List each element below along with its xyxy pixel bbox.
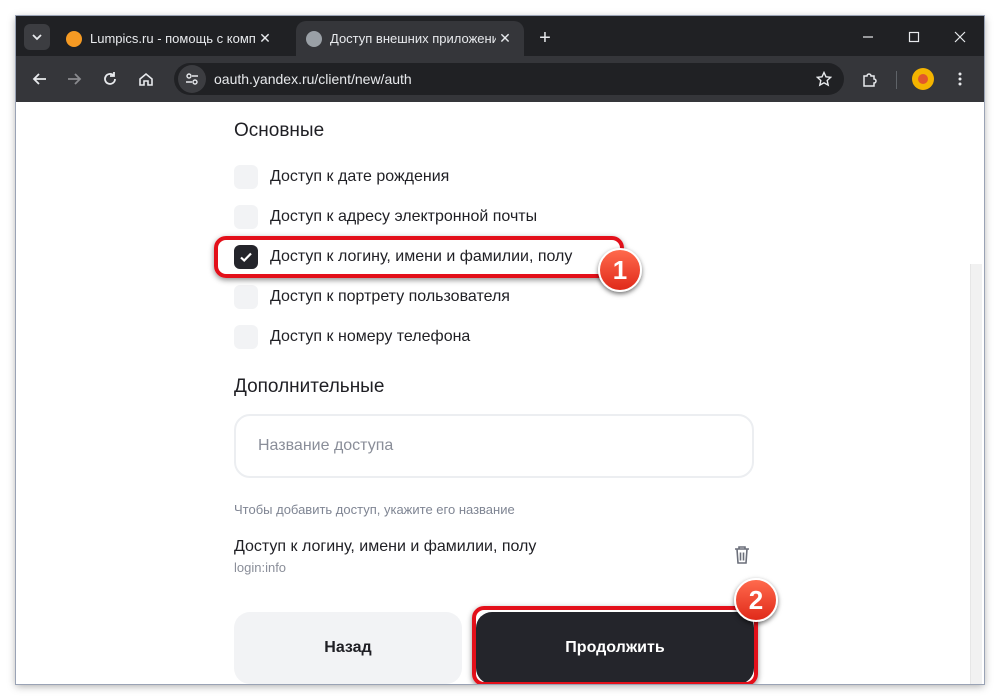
checkbox[interactable] — [234, 165, 258, 189]
globe-icon — [306, 30, 322, 47]
option-label: Доступ к номеру телефона — [270, 328, 471, 345]
profile-icon — [918, 74, 928, 84]
minimize-icon — [863, 36, 873, 38]
profile-avatar[interactable] — [912, 68, 934, 90]
tab-title: Lumpics.ru - помощь с компьютером — [90, 31, 256, 46]
delete-access-button[interactable] — [730, 542, 754, 568]
scrollbar[interactable] — [970, 264, 982, 684]
section-title-extra: Дополнительные — [234, 376, 385, 397]
toolbar-divider — [896, 71, 897, 89]
back-button[interactable]: Назад — [234, 612, 462, 684]
access-name-input[interactable] — [234, 414, 754, 478]
bookmark-star-button[interactable] — [810, 65, 838, 93]
input-hint: Чтобы добавить доступ, укажите его назва… — [234, 502, 515, 517]
added-access-title: Доступ к логину, имени и фамилии, полу — [234, 538, 537, 555]
close-icon[interactable]: ✕ — [496, 30, 514, 48]
more-vert-icon — [958, 72, 962, 86]
close-window-button[interactable] — [938, 24, 982, 50]
step-badge-1: 1 — [598, 248, 642, 292]
checkbox[interactable] — [234, 285, 258, 309]
close-icon[interactable]: ✕ — [256, 30, 274, 48]
option-label: Доступ к адресу электронной почты — [270, 208, 538, 225]
lumpics-orange-icon — [66, 30, 82, 47]
tab-title: Доступ внешних приложений — [330, 31, 496, 46]
browser-toolbar: oauth.yandex.ru/client/new/auth — [16, 56, 984, 102]
page-content: Основные Доступ к дате рождения Доступ к… — [16, 102, 984, 684]
option-phone[interactable]: Доступ к номеру телефона — [234, 324, 470, 350]
added-access-scope: login:info — [234, 560, 287, 575]
forward-nav-button[interactable] — [60, 65, 88, 93]
option-avatar[interactable]: Доступ к портрету пользователя — [234, 284, 510, 310]
step-badge-2: 2 — [734, 578, 778, 622]
reload-button[interactable] — [96, 65, 124, 93]
minimize-button[interactable] — [846, 24, 890, 50]
option-email[interactable]: Доступ к адресу электронной почты — [234, 204, 537, 230]
checkbox[interactable] — [234, 325, 258, 349]
extensions-button[interactable] — [856, 65, 884, 93]
tab-strip: Lumpics.ru - помощь с компьютером ✕ Дост… — [16, 16, 984, 56]
highlight-continue-button — [472, 606, 758, 684]
trash-icon — [735, 546, 749, 564]
browser-window: Lumpics.ru - помощь с компьютером ✕ Дост… — [16, 16, 984, 684]
option-label: Доступ к дате рождения — [270, 168, 450, 185]
tab-oauth[interactable]: Доступ внешних приложений ✕ — [296, 21, 524, 56]
browser-menu-button[interactable] — [946, 65, 974, 93]
tab-lumpics[interactable]: Lumpics.ru - помощь с компьютером ✕ — [56, 21, 284, 56]
option-birthday[interactable]: Доступ к дате рождения — [234, 164, 449, 190]
arrow-right-icon — [68, 73, 82, 85]
star-icon — [816, 71, 832, 87]
option-label: Доступ к портрету пользователя — [270, 288, 510, 305]
reload-icon — [104, 72, 116, 85]
chevron-down-icon — [32, 34, 42, 41]
section-title-main: Основные — [234, 120, 325, 141]
checkbox[interactable] — [234, 205, 258, 229]
tab-search-button[interactable] — [24, 24, 50, 50]
home-icon — [139, 72, 153, 86]
tune-icon — [186, 73, 198, 85]
maximize-icon — [908, 31, 920, 43]
new-tab-button[interactable]: + — [532, 25, 558, 51]
address-bar[interactable]: oauth.yandex.ru/client/new/auth — [174, 63, 844, 95]
arrow-left-icon — [32, 73, 46, 85]
maximize-button[interactable] — [892, 24, 936, 50]
highlight-checked-option — [214, 236, 624, 278]
address-url: oauth.yandex.ru/client/new/auth — [214, 71, 412, 87]
back-nav-button[interactable] — [26, 65, 54, 93]
home-button[interactable] — [132, 65, 160, 93]
puzzle-icon — [863, 73, 877, 87]
site-info-button[interactable] — [178, 65, 206, 93]
close-icon — [954, 31, 966, 43]
